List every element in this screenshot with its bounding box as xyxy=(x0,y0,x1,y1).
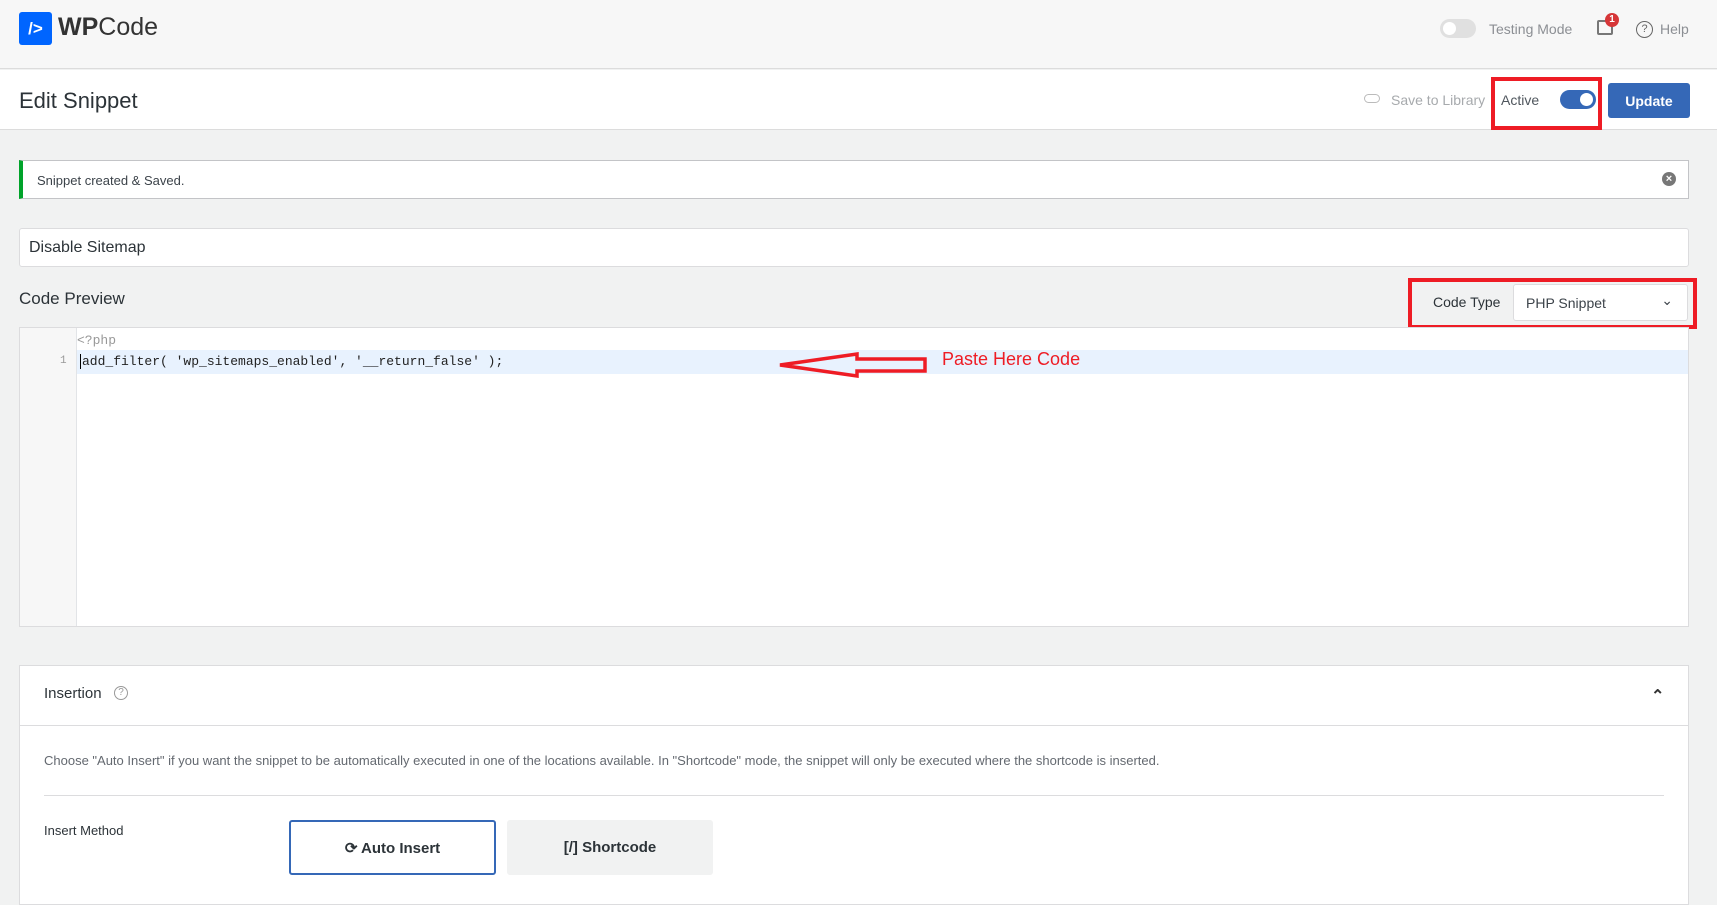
annotation-arrow-icon xyxy=(779,351,927,379)
insert-method-label: Insert Method xyxy=(44,823,124,838)
code-type-value: PHP Snippet xyxy=(1526,295,1606,311)
dismiss-notice-icon[interactable]: × xyxy=(1662,172,1676,186)
auto-insert-button[interactable]: ⟳ Auto Insert xyxy=(289,820,496,875)
line-gutter xyxy=(20,328,77,626)
wpcode-logo-icon: /> xyxy=(19,12,52,45)
cloud-icon xyxy=(1364,94,1380,103)
php-open-tag: <?php xyxy=(77,333,117,348)
annotation-text: Paste Here Code xyxy=(942,349,1081,369)
code-type-label: Code Type xyxy=(1433,294,1501,310)
insertion-description: Choose "Auto Insert" if you want the sni… xyxy=(44,753,1160,768)
insertion-panel xyxy=(19,665,1689,905)
code-line: add_filter( 'wp_sitemaps_enabled', '__re… xyxy=(80,354,504,369)
refresh-icon: ⟳ xyxy=(344,839,361,857)
testing-mode-label: Testing Mode xyxy=(1489,21,1573,37)
code-type-select[interactable]: PHP Snippet ⌄ xyxy=(1513,284,1688,321)
notice-text: Snippet created & Saved. xyxy=(37,173,185,188)
top-bar: /> WPCode Testing Mode 1 ? Help xyxy=(0,0,1717,69)
active-label: Active xyxy=(1501,92,1540,108)
line-number: 1 xyxy=(60,355,67,367)
update-button[interactable]: Update xyxy=(1608,83,1690,118)
active-toggle[interactable] xyxy=(1560,90,1596,109)
help-icon[interactable]: ? xyxy=(114,686,128,700)
insertion-title: Insertion xyxy=(44,685,102,702)
help-link[interactable]: Help xyxy=(1660,21,1689,37)
success-notice: Snippet created & Saved. xyxy=(19,160,1689,199)
brand-name: WPCode xyxy=(58,13,159,41)
notification-badge: 1 xyxy=(1605,13,1619,27)
code-preview-label: Code Preview xyxy=(19,289,125,308)
chevron-up-icon[interactable]: ⌃ xyxy=(1651,686,1664,706)
page-title: Edit Snippet xyxy=(19,88,138,113)
shortcode-button[interactable]: [/] Shortcode xyxy=(507,820,713,875)
divider xyxy=(44,795,1664,796)
help-icon[interactable]: ? xyxy=(1636,21,1653,38)
testing-mode-toggle[interactable] xyxy=(1440,19,1476,38)
save-to-library-button[interactable]: Save to Library xyxy=(1391,92,1485,108)
chevron-down-icon: ⌄ xyxy=(1661,292,1673,308)
snippet-title-input[interactable] xyxy=(19,228,1689,267)
